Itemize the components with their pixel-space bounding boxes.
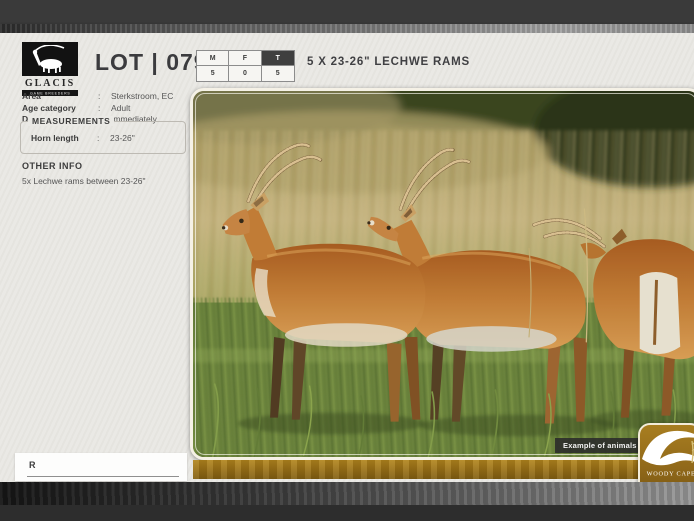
sex-table-header-f: F (229, 51, 261, 66)
other-info-text: 5x Lechwe rams between 23-26" (22, 176, 146, 186)
detail-row-age-category: Age category : Adult (22, 103, 187, 115)
measurement-value: 23-26" (110, 133, 185, 143)
bottom-bar (0, 505, 694, 521)
sex-table-value-f: 0 (229, 66, 261, 81)
photo-card: Example of animals (190, 88, 694, 460)
lot-catalog-page: GLACIS GAME BREEDERS LOT | 079 M F T 5 0… (0, 0, 694, 521)
gold-bar (193, 460, 694, 479)
measurement-separator: : (97, 133, 110, 143)
sex-table-value-m: 5 (197, 66, 229, 81)
measurement-row-horn-length: Horn length : 23-26" (31, 133, 185, 143)
sex-table-value-t: 5 (262, 66, 294, 81)
sex-table-header-t: T (262, 51, 294, 66)
top-bar (0, 0, 694, 24)
metal-strip (0, 24, 694, 33)
measurements-box: MEASUREMENTS Horn length : 23-26" (20, 121, 186, 154)
detail-row-area: Area : Sterkstroom, EC (22, 91, 187, 103)
price-underline (27, 476, 179, 477)
leather-bar (0, 482, 694, 505)
detail-value: Sterkstroom, EC (111, 91, 187, 103)
content-panel: GLACIS GAME BREEDERS LOT | 079 M F T 5 0… (0, 33, 694, 482)
woody-cape-horn-icon (640, 425, 694, 469)
other-info-title: OTHER INFO (22, 161, 83, 171)
glacis-name: GLACIS (22, 78, 78, 89)
glacis-antelope-icon (22, 42, 78, 76)
sex-table: M F T 5 0 5 (196, 50, 295, 82)
detail-value: Adult (111, 103, 187, 115)
detail-separator: : (98, 91, 111, 103)
glacis-logo: GLACIS GAME BREEDERS (22, 42, 78, 96)
lot-number: LOT | 079 (95, 49, 208, 76)
lot-title: 5 X 23-26" LECHWE RAMS (307, 56, 470, 68)
detail-label: Age category (22, 103, 98, 115)
lechwe-photo (193, 91, 694, 457)
measurement-label: Horn length (31, 133, 97, 143)
sex-table-header-m: M (197, 51, 229, 66)
price-field[interactable]: R (15, 453, 187, 481)
photo-caption-badge: Example of animals (555, 438, 645, 453)
detail-label: Area (22, 91, 98, 103)
detail-separator: : (98, 103, 111, 115)
woody-cape-name: WOODY CAPE (647, 470, 694, 477)
price-currency-label: R (29, 460, 36, 470)
measurements-title: MEASUREMENTS (28, 116, 114, 126)
